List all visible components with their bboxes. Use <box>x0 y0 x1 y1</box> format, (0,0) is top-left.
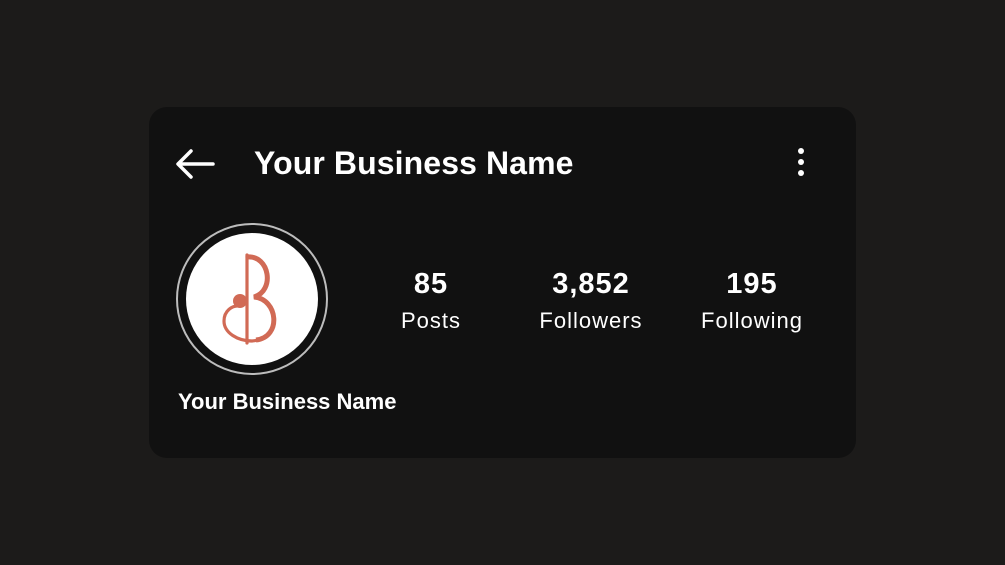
back-button[interactable] <box>173 147 217 181</box>
posts-count: 85 <box>413 268 449 300</box>
b-monogram-logo <box>222 253 277 345</box>
avatar[interactable] <box>176 223 328 375</box>
following-label: Following <box>701 308 803 333</box>
arrow-left-icon <box>176 149 215 179</box>
profile-name: Your Business Name <box>178 389 397 414</box>
stat-following[interactable]: 195 Following <box>682 267 822 336</box>
following-count: 195 <box>726 268 778 300</box>
stat-followers[interactable]: 3,852 Followers <box>521 267 661 336</box>
followers-label: Followers <box>539 308 643 333</box>
more-options-button[interactable] <box>787 145 815 181</box>
vertical-dots-icon <box>798 148 804 176</box>
avatar-image <box>186 233 318 365</box>
posts-label: Posts <box>400 308 462 333</box>
stat-posts[interactable]: 85 Posts <box>361 267 501 336</box>
followers-count: 3,852 <box>552 268 630 300</box>
page-title: Your Business Name <box>254 145 574 181</box>
profile-card: Your Business Name Your Business Name 85… <box>149 107 856 458</box>
